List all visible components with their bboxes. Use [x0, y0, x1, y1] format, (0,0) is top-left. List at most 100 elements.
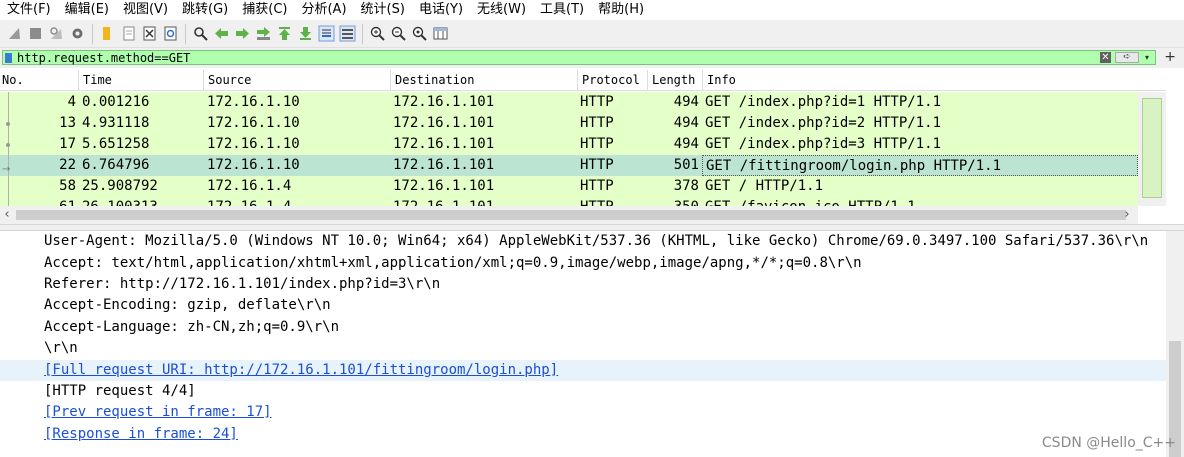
cell-source: 172.16.1.10	[207, 94, 300, 110]
cell-time: 5.651258	[82, 136, 150, 152]
menu-statistics[interactable]: 统计(S)	[354, 0, 412, 20]
cell-destination: 172.16.1.101	[393, 178, 495, 194]
cell-time: 25.908792	[82, 178, 158, 194]
back-arrow-icon[interactable]	[213, 25, 230, 42]
packet-details-pane: User-Agent: Mozilla/5.0 (Windows NT 10.0…	[0, 231, 1184, 457]
packet-row[interactable]: 58 25.908792 172.16.1.4 172.16.1.101 HTT…	[0, 176, 1138, 197]
menu-help[interactable]: 帮助(H)	[591, 0, 651, 20]
scroll-right-icon[interactable]: ›	[1120, 206, 1134, 224]
autoscroll-icon[interactable]	[318, 25, 335, 42]
resize-columns-icon[interactable]	[432, 25, 449, 42]
open-folder-icon[interactable]	[99, 25, 116, 42]
cell-time: 6.764796	[82, 157, 150, 173]
reload-icon[interactable]	[162, 25, 179, 42]
menu-analyze[interactable]: 分析(A)	[294, 0, 353, 20]
zoom-in-icon[interactable]	[369, 25, 386, 42]
cell-no: 17	[59, 136, 76, 152]
packet-list-pane: No. Time Source Destination Protocol Len…	[0, 68, 1184, 224]
column-header-no[interactable]: No.	[0, 70, 78, 90]
scroll-left-icon[interactable]: ‹	[0, 206, 14, 224]
detail-line-http-request[interactable]: [HTTP request 4/4]	[44, 381, 196, 402]
go-to-packet-icon[interactable]	[255, 25, 272, 42]
detail-line-accept[interactable]: Accept: text/html,application/xhtml+xml,…	[44, 253, 862, 274]
cell-info: GET /index.php?id=1 HTTP/1.1	[705, 94, 942, 110]
menu-telephony[interactable]: 电话(Y)	[412, 0, 470, 20]
cell-destination: 172.16.1.101	[393, 157, 495, 173]
related-packets-line	[8, 92, 9, 208]
detail-line-crlf[interactable]: \r\n	[44, 338, 78, 359]
bookmark-icon[interactable]	[5, 53, 12, 63]
cell-length: 494	[673, 136, 699, 152]
cell-destination: 172.16.1.101	[393, 115, 495, 131]
zoom-out-icon[interactable]	[390, 25, 407, 42]
menubar: 文件(F) 编辑(E) 视图(V) 跳转(G) 捕获(C) 分析(A) 统计(S…	[0, 0, 1184, 20]
column-header-info[interactable]: Info	[702, 70, 1166, 90]
cell-length: 494	[673, 115, 699, 131]
find-magnifier-icon[interactable]	[192, 25, 209, 42]
menu-edit[interactable]: 编辑(E)	[58, 0, 116, 20]
menu-go[interactable]: 跳转(G)	[175, 0, 235, 20]
clear-filter-icon[interactable]: ✕	[1100, 52, 1111, 63]
cell-no: 4	[67, 94, 76, 110]
display-filter-input[interactable]: http.request.method==GET ✕ ➪ ▾	[2, 50, 1156, 65]
close-file-icon[interactable]	[141, 25, 158, 42]
menu-file[interactable]: 文件(F)	[0, 0, 58, 20]
cell-info: GET /index.php?id=3 HTTP/1.1	[705, 136, 942, 152]
zoom-normal-icon[interactable]	[411, 25, 428, 42]
menu-view[interactable]: 视图(V)	[116, 0, 175, 20]
horizontal-scroll-thumb[interactable]	[16, 210, 1126, 220]
pane-splitter[interactable]	[0, 224, 1184, 231]
cell-length: 494	[673, 94, 699, 110]
packet-row-selected[interactable]: 22 6.764796 172.16.1.10 172.16.1.101 HTT…	[0, 155, 1138, 176]
options-gear-icon[interactable]	[69, 25, 86, 42]
packet-list-vertical-scrollbar[interactable]	[1138, 92, 1166, 206]
cell-source: 172.16.1.10	[207, 136, 300, 152]
column-header-length[interactable]: Length	[647, 70, 702, 90]
add-filter-button-icon[interactable]: +	[1164, 48, 1176, 66]
prev-request-link[interactable]: [Prev request in frame: 17]	[44, 402, 272, 423]
packet-row[interactable]: 4 0.001216 172.16.1.10 172.16.1.101 HTTP…	[0, 92, 1138, 113]
full-request-uri-link[interactable]: [Full request URI: http://172.16.1.101/f…	[44, 360, 558, 381]
stop-square-icon[interactable]	[27, 25, 44, 42]
packet-row[interactable]: 13 4.931118 172.16.1.10 172.16.1.101 HTT…	[0, 113, 1138, 134]
related-packet-dot	[6, 143, 10, 147]
apply-filter-icon[interactable]: ➪	[1115, 52, 1139, 63]
forward-arrow-icon[interactable]	[234, 25, 251, 42]
menu-tools[interactable]: 工具(T)	[533, 0, 591, 20]
cell-source: 172.16.1.4	[207, 178, 292, 194]
detail-line-accept-language[interactable]: Accept-Language: zh-CN,zh;q=0.9\r\n	[44, 317, 339, 338]
column-header-protocol[interactable]: Protocol	[577, 70, 647, 90]
first-packet-icon[interactable]	[276, 25, 293, 42]
packet-row[interactable]: 17 5.651258 172.16.1.10 172.16.1.101 HTT…	[0, 134, 1138, 155]
toolbar-separator	[362, 23, 363, 44]
cell-time: 0.001216	[82, 94, 150, 110]
colorize-icon[interactable]	[339, 25, 356, 42]
cell-no: 58	[59, 178, 76, 194]
response-frame-link[interactable]: [Response in frame: 24]	[44, 424, 238, 445]
detail-line-referer[interactable]: Referer: http://172.16.1.101/index.php?i…	[44, 274, 440, 295]
cell-destination: 172.16.1.101	[393, 136, 495, 152]
detail-line-accept-encoding[interactable]: Accept-Encoding: gzip, deflate\r\n	[44, 295, 331, 316]
response-arrow-icon: →	[2, 164, 11, 175]
display-filter-bar: http.request.method==GET ✕ ➪ ▾ +	[0, 48, 1184, 68]
menu-capture[interactable]: 捕获(C)	[235, 0, 294, 20]
related-packet-dot	[6, 122, 10, 126]
menu-wireless[interactable]: 无线(W)	[470, 0, 533, 20]
packet-list-horizontal-scrollbar[interactable]: ‹ ›	[0, 206, 1138, 224]
cell-protocol: HTTP	[580, 136, 614, 152]
column-header-destination[interactable]: Destination	[390, 70, 577, 90]
column-header-time[interactable]: Time	[78, 70, 203, 90]
last-packet-icon[interactable]	[297, 25, 314, 42]
filter-history-dropdown-icon[interactable]: ▾	[1141, 51, 1153, 64]
cell-protocol: HTTP	[580, 94, 614, 110]
main-toolbar	[0, 20, 1184, 48]
toolbar-separator	[92, 23, 93, 44]
file-icon[interactable]	[120, 25, 137, 42]
shark-fin-start-icon[interactable]	[6, 25, 23, 42]
details-vertical-scrollbar[interactable]	[1166, 231, 1184, 457]
column-header-source[interactable]: Source	[203, 70, 390, 90]
packet-minimap-thumb[interactable]	[1142, 98, 1162, 198]
restart-fin-icon[interactable]	[48, 25, 65, 42]
detail-line-user-agent[interactable]: User-Agent: Mozilla/5.0 (Windows NT 10.0…	[44, 231, 1148, 252]
cell-time: 4.931118	[82, 115, 150, 131]
